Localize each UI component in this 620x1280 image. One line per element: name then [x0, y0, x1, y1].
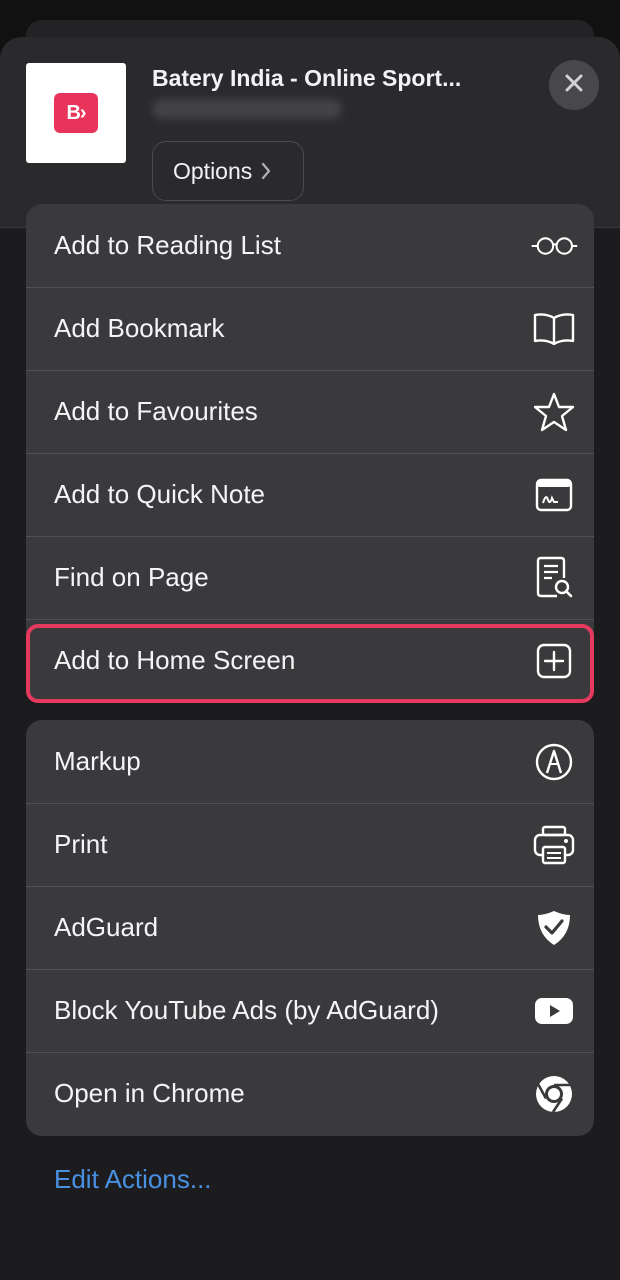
action-markup[interactable]: Markup [26, 720, 594, 803]
action-label: Print [54, 829, 108, 859]
action-print[interactable]: Print [26, 803, 594, 886]
action-add-to-favourites[interactable]: Add to Favourites [26, 370, 594, 453]
action-add-bookmark[interactable]: Add Bookmark [26, 287, 594, 370]
action-label: Add to Reading List [54, 230, 281, 260]
youtube-play-icon [530, 987, 578, 1035]
edit-actions-link[interactable]: Edit Actions... [54, 1164, 212, 1195]
find-on-page-icon [530, 554, 578, 602]
options-label: Options [173, 157, 253, 184]
action-add-to-reading-list[interactable]: Add to Reading List [26, 204, 594, 287]
action-add-to-home-screen[interactable]: Add to Home Screen [26, 619, 594, 702]
printer-icon [530, 821, 578, 869]
actions-group-primary: Add to Reading List Add Bookmark Add to … [26, 204, 594, 703]
action-label: Find on Page [54, 562, 209, 592]
close-icon [564, 73, 584, 98]
action-adguard[interactable]: AdGuard [26, 886, 594, 969]
star-icon [530, 388, 578, 436]
chevron-right-icon [260, 162, 272, 180]
action-label: AdGuard [54, 912, 159, 942]
action-add-to-quick-note[interactable]: Add to Quick Note [26, 453, 594, 536]
action-label: Add to Home Screen [54, 645, 296, 675]
shield-check-icon [530, 904, 578, 952]
site-title: Batery India - Online Sport... [152, 65, 462, 91]
action-open-in-chrome[interactable]: Open in Chrome [26, 1052, 594, 1135]
markup-pen-icon [530, 738, 578, 786]
action-label: Add Bookmark [54, 313, 225, 343]
quick-note-icon [530, 471, 578, 519]
site-thumbnail: B› [26, 63, 126, 163]
action-label: Add to Quick Note [54, 479, 265, 509]
book-icon [530, 305, 578, 353]
action-block-youtube-ads[interactable]: Block YouTube Ads (by AdGuard) [26, 969, 594, 1052]
site-logo: B› [54, 93, 98, 133]
glasses-icon [530, 222, 578, 270]
close-button[interactable] [549, 60, 599, 110]
options-button[interactable]: Options [152, 141, 304, 201]
action-label: Markup [54, 746, 141, 776]
chrome-icon [530, 1070, 578, 1118]
actions-group-extensions: Markup Print AdGuard Block YouTube Ads (… [26, 720, 594, 1136]
share-sheet-header: B› Batery India - Online Sport... Option… [0, 37, 620, 228]
site-url-blurred [152, 99, 342, 119]
action-label: Open in Chrome [54, 1078, 245, 1108]
plus-square-icon [530, 637, 578, 685]
action-label: Add to Favourites [54, 396, 258, 426]
action-find-on-page[interactable]: Find on Page [26, 536, 594, 619]
action-label: Block YouTube Ads (by AdGuard) [54, 995, 439, 1025]
